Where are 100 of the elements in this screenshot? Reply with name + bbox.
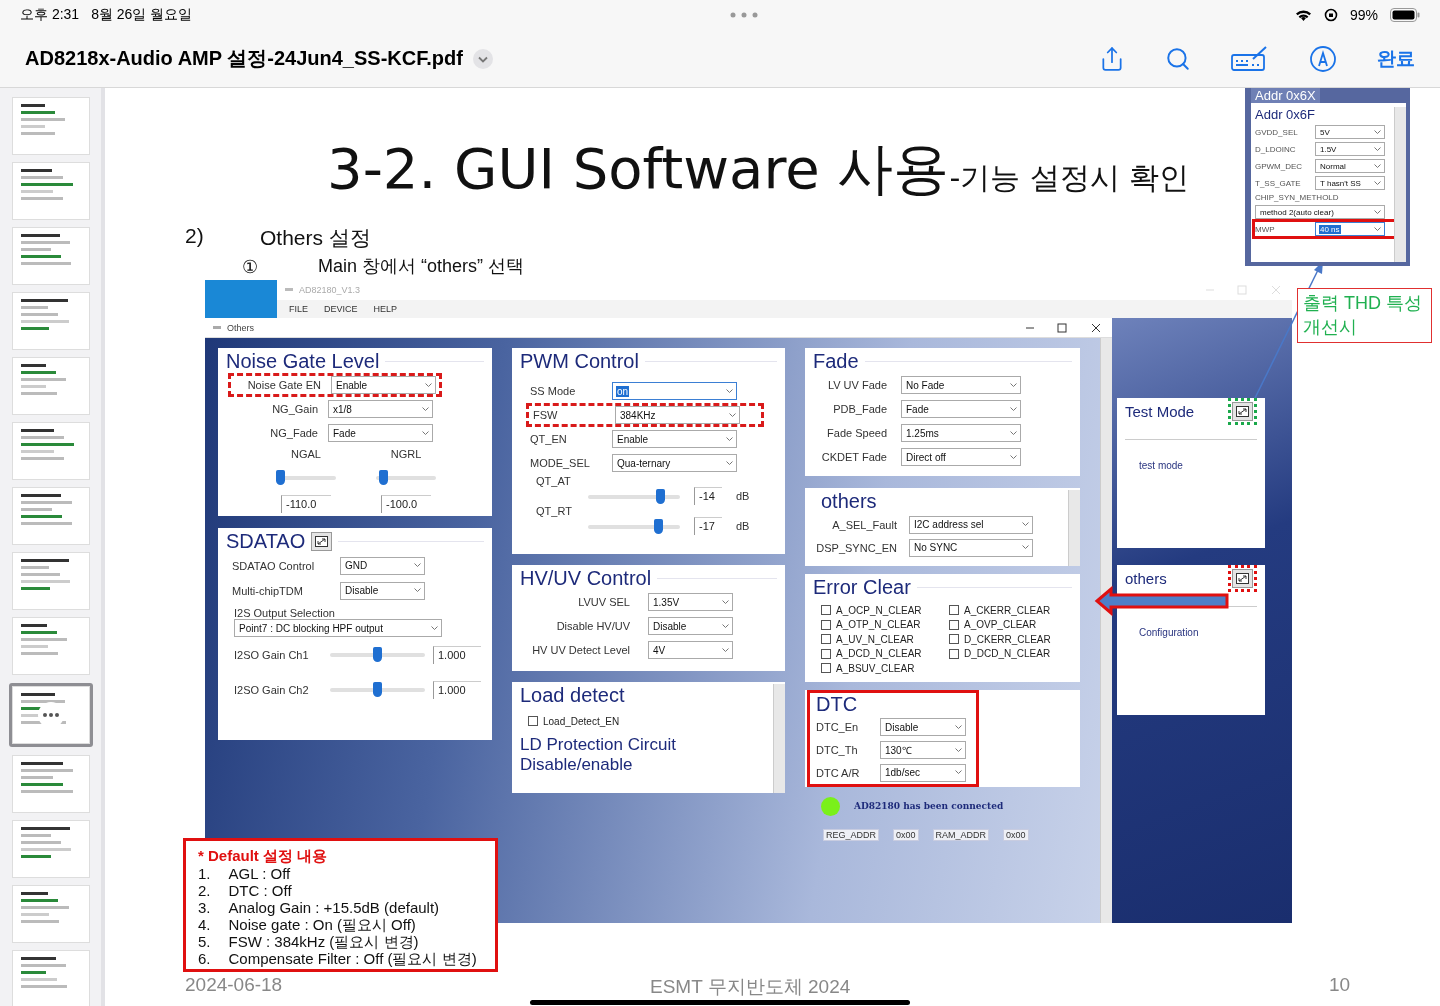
dropdown[interactable]: Normal: [1315, 159, 1385, 173]
panel-title: PWM Control: [520, 350, 639, 373]
slider-label: NGAL: [291, 447, 321, 460]
dropdown[interactable]: I2C address sel: [909, 515, 1033, 534]
chevron-down-icon[interactable]: [472, 48, 493, 69]
dropdown[interactable]: 1db/sec: [880, 763, 966, 782]
dropdown[interactable]: Fade: [328, 424, 433, 442]
page-thumbnail[interactable]: [12, 488, 89, 544]
search-button[interactable]: [1165, 45, 1191, 72]
pen-button[interactable]: [1309, 44, 1337, 73]
slider-label: I2SO Gain Ch2: [234, 683, 310, 696]
expand-icon: [315, 536, 329, 547]
menu-item[interactable]: HELP: [373, 304, 398, 314]
dropdown[interactable]: T hasn't SS: [1315, 176, 1385, 190]
dropdown[interactable]: 1.25ms: [901, 424, 1021, 442]
markup-button[interactable]: [1231, 45, 1269, 72]
page-thumbnail[interactable]: [12, 821, 89, 877]
dropdown[interactable]: 384KHz: [615, 406, 740, 424]
dropdown[interactable]: Enable: [612, 430, 737, 448]
rotation-lock-icon: [1323, 8, 1338, 22]
checkbox[interactable]: [949, 634, 959, 645]
slider-thumb[interactable]: [656, 488, 666, 504]
register-label: REG_ADDR: [823, 829, 879, 841]
dropdown[interactable]: No SYNC: [909, 538, 1033, 557]
dropdown[interactable]: 1.35V: [648, 593, 733, 611]
dropdown[interactable]: Disable: [340, 581, 425, 600]
share-button[interactable]: [1099, 45, 1125, 72]
slider-track[interactable]: [588, 518, 680, 534]
field-label: A_SEL_Fault: [831, 518, 897, 531]
dropdown[interactable]: 1.5V: [1315, 142, 1385, 156]
checkbox[interactable]: [949, 605, 959, 616]
field-label: T_SS_GATE: [1255, 178, 1302, 188]
dropdown[interactable]: 4V: [648, 641, 733, 659]
dropdown[interactable]: Point7 : DC blocking HPF output: [234, 619, 442, 637]
dropdown[interactable]: 5V: [1315, 125, 1385, 139]
panel-title: Error Clear: [813, 576, 911, 599]
page-thumbnail[interactable]: [8, 683, 93, 747]
value-box: 1.000: [433, 645, 481, 664]
checkbox[interactable]: [821, 663, 831, 674]
dropdown[interactable]: Qua-ternary: [612, 454, 737, 472]
page-thumbnail[interactable]: [12, 756, 89, 812]
expand-button[interactable]: [311, 532, 333, 551]
page-thumbnail[interactable]: [12, 553, 89, 609]
checkbox[interactable]: [949, 648, 959, 659]
page-thumbnail[interactable]: [12, 228, 89, 284]
slider-track[interactable]: [276, 469, 336, 485]
checkbox[interactable]: [949, 619, 959, 630]
page-thumbnail[interactable]: [12, 98, 89, 154]
section-number: 2): [185, 224, 204, 247]
slider-thumb[interactable]: [373, 647, 382, 662]
step-text: Main 창에서 “others” 선택: [318, 256, 525, 276]
slider-thumb[interactable]: [373, 682, 382, 697]
dropdown[interactable]: method 2(auto clear): [1255, 205, 1385, 219]
list-text: FSW : 384kHz (필요시 변경): [228, 933, 419, 950]
chevron-icon: [425, 382, 432, 388]
field-label: Fade Speed: [826, 427, 887, 439]
slider-thumb[interactable]: [654, 518, 664, 534]
page-thumbnail[interactable]: [12, 293, 89, 349]
dropdown[interactable]: GND: [340, 556, 425, 575]
dropdown[interactable]: Enable: [331, 376, 436, 394]
checkbox-label: A_DCD_N_CLEAR: [836, 648, 922, 660]
slider-track[interactable]: [330, 682, 425, 697]
slider-thumb[interactable]: [276, 469, 285, 485]
field-label: GPWM_DEC: [1255, 161, 1304, 171]
dropdown[interactable]: Fade: [901, 400, 1021, 418]
checkbox[interactable]: [528, 716, 538, 726]
panel-text: Configuration: [1139, 627, 1200, 638]
slide-title: 3-2. GUI Software 사용: [327, 135, 950, 203]
dropdown[interactable]: Disable: [648, 617, 733, 635]
dropdown[interactable]: Direct off: [901, 448, 1021, 466]
checkbox[interactable]: [821, 619, 831, 630]
more-icon[interactable]: [729, 12, 758, 18]
popup-tab[interactable]: Addr 0x6X: [1251, 88, 1320, 103]
register-value: 0x00: [893, 829, 919, 841]
done-button[interactable]: 완료: [1377, 45, 1415, 72]
dropdown[interactable]: No Fade: [901, 376, 1021, 394]
page-thumbnail[interactable]: [12, 951, 89, 1006]
slider-track[interactable]: [330, 647, 425, 662]
page-thumbnail[interactable]: [12, 423, 89, 479]
menu-item[interactable]: DEVICE: [324, 304, 358, 314]
page-thumbnail[interactable]: [12, 358, 89, 414]
page-thumbnail[interactable]: [12, 163, 89, 219]
dropdown[interactable]: Disable: [880, 718, 966, 737]
panel-title: Noise Gate Level: [226, 350, 380, 373]
dropdown[interactable]: 40 ns: [1315, 222, 1385, 236]
checkbox[interactable]: [821, 605, 831, 616]
dropdown[interactable]: on: [612, 382, 737, 400]
value-box: -100.0: [381, 494, 431, 513]
dropdown[interactable]: 130℃: [880, 741, 966, 759]
page-thumbnail[interactable]: [12, 618, 89, 674]
menu-item[interactable]: FILE: [289, 304, 308, 314]
page-thumbnail[interactable]: [12, 886, 89, 942]
slider-track[interactable]: [588, 488, 680, 504]
dropdown[interactable]: x1/8: [328, 400, 433, 418]
slider-thumb[interactable]: [378, 469, 388, 485]
chevron-icon: [1010, 430, 1017, 436]
slider-track[interactable]: [376, 469, 436, 485]
checkbox[interactable]: [821, 648, 831, 659]
checkbox[interactable]: [821, 634, 831, 645]
field-label: DSP_SYNC_EN: [815, 541, 897, 554]
